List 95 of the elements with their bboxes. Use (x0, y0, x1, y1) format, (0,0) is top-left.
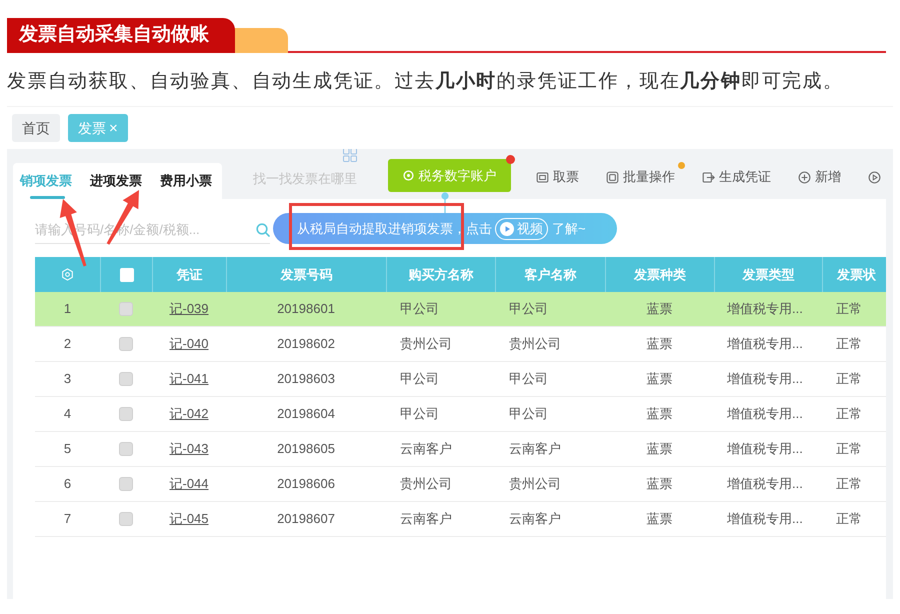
column-header: 购买方名称 (408, 266, 474, 284)
table-cell-text: 正常 (836, 370, 862, 388)
column-header: 发票种类 (634, 266, 686, 284)
toolbar-button[interactable]: 生成凭证 (702, 167, 771, 187)
table-cell-text: 甲公司 (400, 405, 439, 424)
voucher-link[interactable]: 记-043 (169, 439, 209, 459)
toolbar-button[interactable]: 批量操作 (606, 167, 675, 187)
table-cell-text: 云南客户 (509, 510, 561, 528)
table-cell-text: 蓝票 (646, 370, 672, 388)
voucher-link[interactable]: 记-041 (169, 369, 209, 389)
tooltip-text: 从税局自动提取进销项发票，点击 (297, 220, 492, 238)
table-cell-text: 20198603 (277, 370, 335, 388)
table-cell-text: 云南客户 (400, 440, 452, 458)
plus-circle-icon (798, 170, 811, 184)
header-checkbox[interactable] (120, 268, 134, 282)
settings-icon[interactable] (61, 268, 74, 281)
row-checkbox[interactable] (119, 372, 133, 386)
row-checkbox[interactable] (119, 407, 133, 421)
table-cell-text: 云南客户 (509, 440, 561, 458)
table-cell-text: 正常 (836, 335, 862, 354)
table-cell-text: 云南客户 (400, 510, 452, 528)
table-cell-text: 增值税专用... (727, 370, 803, 388)
row-checkbox[interactable] (119, 477, 133, 491)
table-cell-text: 正常 (836, 510, 862, 528)
play-icon (500, 222, 514, 236)
description-text: 发票自动获取、自动验真、自动生成凭证。过去几小时的录凭证工作，现在几分钟即可完成。 (7, 70, 844, 94)
grid-icon (343, 149, 357, 162)
table-cell-text: 正常 (836, 440, 862, 458)
row-number: 3 (64, 370, 72, 388)
table-cell-text: 贵州公司 (509, 475, 561, 494)
table-cell-text: 甲公司 (400, 370, 439, 388)
table-cell-text: 贵州公司 (509, 335, 561, 354)
section-title: 发票自动采集自动做账 (7, 18, 235, 53)
annotation-arrow (60, 199, 86, 266)
row-number: 2 (64, 335, 72, 354)
export-icon (702, 170, 715, 184)
page-tab[interactable]: 首页 (12, 114, 60, 142)
toolbar-button[interactable]: 取票 (536, 167, 579, 187)
table-cell-text: 增值税专用... (727, 510, 803, 528)
column-header: 发票号码 (280, 266, 332, 284)
row-checkbox[interactable] (119, 512, 133, 526)
table-cell-text: 正常 (836, 300, 862, 318)
table-cell-text: 蓝票 (646, 335, 672, 354)
table-cell-text: 蓝票 (646, 300, 672, 318)
voucher-link[interactable]: 记-040 (169, 334, 209, 354)
row-number: 4 (64, 405, 72, 424)
toolbar-button[interactable]: 新增 (798, 167, 841, 187)
circle-dot-icon (402, 170, 414, 181)
table-cell-text: 甲公司 (400, 300, 439, 318)
search-icon[interactable] (256, 222, 270, 236)
table-cell-text: 蓝票 (646, 475, 672, 494)
row-number: 6 (64, 475, 72, 494)
table-cell-text: 甲公司 (509, 300, 548, 318)
table-cell-text: 贵州公司 (400, 335, 452, 354)
voucher-link[interactable]: 记-044 (169, 474, 209, 494)
table-cell-text: 20198607 (277, 510, 335, 528)
table-row[interactable]: 1 记-039 20198601 甲公司 甲公司 蓝票 增值税专用... 正常 (35, 292, 886, 327)
play-circle-icon[interactable] (868, 170, 881, 184)
stacked-squares-icon (606, 170, 619, 184)
table-cell-text: 20198606 (277, 475, 335, 494)
table-cell-text: 增值税专用... (727, 440, 803, 458)
table-cell-text: 增值税专用... (727, 300, 803, 318)
leader-line (441, 192, 449, 213)
voucher-link[interactable]: 记-045 (169, 509, 209, 529)
table-cell-text: 增值税专用... (727, 405, 803, 424)
row-number: 5 (64, 440, 72, 458)
table-cell-text: 贵州公司 (400, 475, 452, 494)
table-cell-text: 蓝票 (646, 405, 672, 424)
row-number: 1 (64, 300, 72, 318)
table-cell-text: 20198602 (277, 335, 335, 354)
voucher-link[interactable]: 记-039 (169, 299, 209, 319)
table-cell-text: 20198605 (277, 440, 335, 458)
column-header: 发票类型 (742, 266, 794, 284)
table-cell-text: 20198604 (277, 405, 335, 424)
table-cell-text: 蓝票 (646, 440, 672, 458)
table-cell-text: 正常 (836, 405, 862, 424)
column-header: 发票状 (837, 266, 876, 284)
table-cell-text: 增值税专用... (727, 475, 803, 494)
column-header: 客户名称 (524, 266, 576, 284)
row-number: 7 (64, 510, 72, 528)
table-cell-text: 甲公司 (509, 370, 548, 388)
row-checkbox[interactable] (119, 302, 133, 316)
row-checkbox[interactable] (119, 337, 133, 351)
table-cell-text: 20198601 (277, 300, 335, 318)
column-header: 凭证 (176, 266, 202, 284)
table-cell-text: 增值税专用... (727, 335, 803, 354)
row-checkbox[interactable] (119, 442, 133, 456)
invoice-tab[interactable]: 费用小票 (160, 163, 212, 199)
card-icon (536, 170, 549, 184)
tooltip-text: 了解~ (552, 220, 586, 238)
table-cell-text: 蓝票 (646, 510, 672, 528)
table-cell-text: 甲公司 (509, 405, 548, 424)
table-cell-text: 正常 (836, 475, 862, 494)
voucher-link[interactable]: 记-042 (169, 404, 209, 424)
invoice-tab[interactable]: 进项发票 (90, 163, 142, 199)
